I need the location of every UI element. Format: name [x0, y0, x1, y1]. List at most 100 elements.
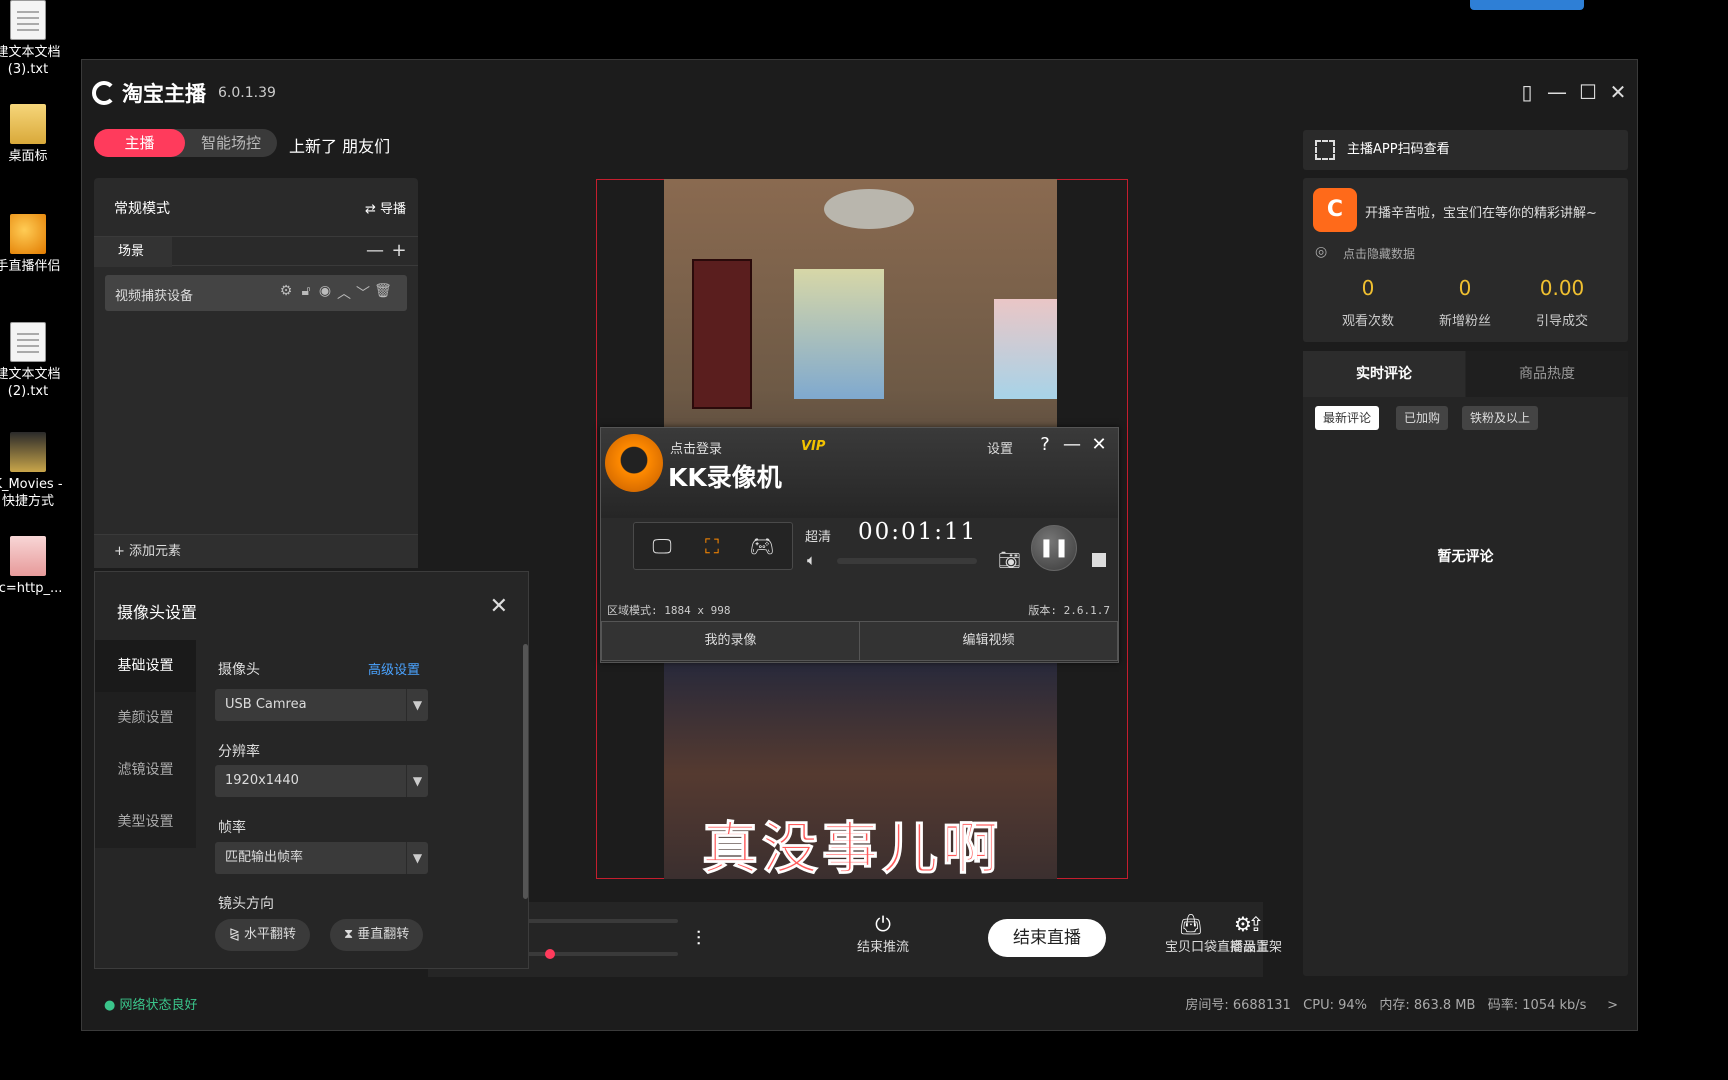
stream-title[interactable]: 上新了 朋友们 — [289, 133, 390, 157]
flip-horizontal-button[interactable]: ⧎ 水平翻转 — [215, 919, 311, 951]
chevron-down-icon[interactable]: ﹀ — [354, 283, 372, 303]
end-live-button[interactable]: 结束直播 — [988, 919, 1106, 957]
filter-added-to-cart[interactable]: 已加购 — [1396, 406, 1449, 430]
framerate-select[interactable]: 匹配输出帧率 ▼ — [215, 842, 428, 874]
kk-vip-badge[interactable]: VIP — [801, 439, 825, 454]
desktop-icon-label: 建文本文档 (2).txt — [0, 367, 61, 399]
chevron-down-icon: ▼ — [406, 689, 428, 721]
kk-record-timer: 00:01:11 — [858, 519, 978, 545]
title-bar: 淘宝主播 6.0.1.39 ▯ — ☐ ✕ — [82, 60, 1637, 118]
source-item-video-capture[interactable]: 视频捕获设备 ⚙ 🔓︎ ◉ ︿ ﹀ 🗑︎ — [105, 275, 407, 311]
kk-help-button[interactable]: ? — [1034, 434, 1056, 455]
minimize-button[interactable]: — — [1545, 80, 1569, 104]
scene-clock — [692, 259, 752, 409]
desktop-image-icon[interactable]: rc=http_... — [0, 536, 68, 597]
desktop-icon-label: 桌面标 — [8, 149, 48, 164]
camera-select[interactable]: USB Camrea ▼ — [215, 689, 428, 721]
tab-scene[interactable]: 场景 — [94, 237, 172, 267]
scan-qr-bar[interactable]: 主播APP扫码查看 — [1303, 130, 1628, 170]
chevron-up-icon[interactable]: ︿ — [335, 283, 353, 303]
maximize-button[interactable]: ☐ — [1576, 80, 1600, 104]
tab-product-heat[interactable]: 商品热度 — [1466, 351, 1628, 397]
eye-icon[interactable]: ◎ — [1315, 244, 1327, 260]
mode-streamer-tab[interactable]: 主播 — [94, 129, 185, 157]
desktop-shortcut-icon[interactable]: K_Movies - 快捷方式 — [0, 432, 68, 510]
flip-horizontal-label: 水平翻转 — [244, 927, 297, 942]
kk-minimize-button[interactable]: — — [1061, 434, 1083, 455]
product-bag-label: 宝贝口袋 — [1164, 940, 1217, 955]
tab-realtime-comments[interactable]: 实时评论 — [1303, 351, 1465, 397]
kk-app-name: KK录像机 — [668, 463, 782, 492]
filter-loyal-fans[interactable]: 铁粉及以上 — [1462, 406, 1539, 430]
dialog-scrollbar[interactable] — [523, 644, 528, 899]
flip-vertical-label: 垂直翻转 — [357, 927, 410, 942]
kk-version: 版本: 2.6.1.7 — [1028, 604, 1110, 617]
kk-close-button[interactable]: ✕ — [1088, 434, 1110, 455]
mode-toggle: 主播 智能场控 — [94, 129, 277, 157]
resolution-select[interactable]: 1920x1440 ▼ — [215, 765, 428, 797]
game-mode-icon[interactable]: 🎮︎ — [746, 533, 778, 559]
add-scene-button[interactable]: + — [389, 241, 409, 261]
live-companion-icon — [10, 214, 46, 254]
nav-beauty-settings[interactable]: 美颜设置 — [95, 692, 196, 744]
trash-icon[interactable]: 🗑︎ — [374, 283, 392, 299]
filter-latest-comments[interactable]: 最新评论 — [1315, 406, 1380, 430]
remove-scene-button[interactable]: — — [365, 241, 385, 261]
text-file-icon — [10, 322, 46, 362]
resolution-select-value: 1920x1440 — [225, 773, 299, 788]
lock-icon[interactable]: 🔓︎ — [297, 283, 315, 299]
views-label: 观看次数 — [1341, 314, 1394, 329]
source-name: 视频捕获设备 — [115, 289, 194, 304]
fullscreen-mode-icon[interactable]: 🖵︎ — [646, 533, 678, 559]
nav-shape-settings[interactable]: 美型设置 — [95, 796, 196, 848]
mic-slider-knob[interactable] — [545, 949, 555, 959]
live-settings-button[interactable]: ⚙ 直播设置 — [1215, 912, 1271, 955]
app-name: 淘宝主播 — [122, 82, 206, 106]
mixer-button[interactable]: ⫶ — [696, 926, 701, 950]
folder-icon — [10, 104, 46, 144]
taobao-live-icon: C — [1313, 188, 1357, 232]
eye-icon[interactable]: ◉ — [316, 283, 334, 299]
product-bag-button[interactable]: 👜︎ 宝贝口袋 — [1163, 912, 1219, 955]
guided-deals-value: 0.00 — [1539, 276, 1585, 300]
desktop-file-icon[interactable]: 建文本文档 (3).txt — [0, 0, 68, 78]
desktop-app-icon[interactable]: 手直播伴侣 — [0, 214, 68, 275]
kk-volume-slider[interactable] — [837, 558, 977, 564]
add-element-button[interactable]: + 添加元素 — [94, 534, 418, 568]
desktop-icon-label: 建文本文档 (3).txt — [0, 45, 61, 77]
kk-stop-button[interactable] — [1092, 553, 1106, 567]
kk-settings-link[interactable]: 设置 — [987, 438, 1013, 457]
mode-smart-control-tab[interactable]: 智能场控 — [185, 129, 277, 157]
kk-login-link[interactable]: 点击登录 — [670, 438, 722, 457]
views-value: 0 — [1361, 276, 1375, 300]
live-control-bar: ⫶ ⏻ 结束推流 结束直播 👜︎ 宝贝口袋 ⇪ 商品上架 — [428, 902, 1282, 977]
nav-basic-settings[interactable]: 基础设置 — [95, 640, 196, 692]
kk-my-recordings-button[interactable]: 我的录像 — [601, 621, 860, 661]
camera-icon[interactable]: 📷︎ — [998, 550, 1021, 571]
gear-icon[interactable]: ⚙ — [277, 283, 295, 299]
region-mode-icon[interactable]: ⛶ — [696, 533, 728, 559]
speaker-icon[interactable]: 🔈︎ — [807, 551, 816, 569]
flip-vertical-button[interactable]: ⧗ 垂直翻转 — [330, 919, 424, 951]
advanced-settings-link[interactable]: 高级设置 — [368, 659, 420, 678]
gear-icon: ⚙ — [1234, 912, 1252, 936]
desktop-file-icon[interactable]: 建文本文档 (2).txt — [0, 322, 68, 400]
kk-pause-button[interactable]: ❚❚ — [1031, 525, 1077, 571]
nav-filter-settings[interactable]: 滤镜设置 — [95, 744, 196, 796]
lens-direction-label: 镜头方向 — [218, 896, 274, 912]
desktop-folder-icon[interactable]: 桌面标 — [0, 104, 68, 165]
app-logo: 淘宝主播 6.0.1.39 — [92, 78, 276, 108]
close-button[interactable]: ✕ — [1606, 80, 1630, 104]
kk-quality-label[interactable]: 超清 — [805, 526, 831, 545]
director-switch-button[interactable]: ⇄ 导播 — [365, 198, 406, 217]
desktop-icon-label: rc=http_... — [0, 581, 63, 596]
close-icon[interactable]: ✕ — [490, 594, 508, 619]
taskbar-badge — [1470, 0, 1584, 10]
scene-bar: 场景 — + — [94, 236, 418, 267]
kk-edit-video-button[interactable]: 编辑视频 — [859, 621, 1118, 661]
page-icon[interactable]: ▯ — [1515, 80, 1539, 104]
end-push-button[interactable]: ⏻ 结束推流 — [853, 912, 913, 955]
hide-data-link[interactable]: 点击隐藏数据 — [1343, 245, 1415, 262]
kk-recorder-window: 点击登录 VIP KK录像机 设置 ? — ✕ 🖵︎ ⛶ 🎮︎ 超清 00:01… — [600, 427, 1119, 663]
image-file-icon — [10, 536, 46, 576]
